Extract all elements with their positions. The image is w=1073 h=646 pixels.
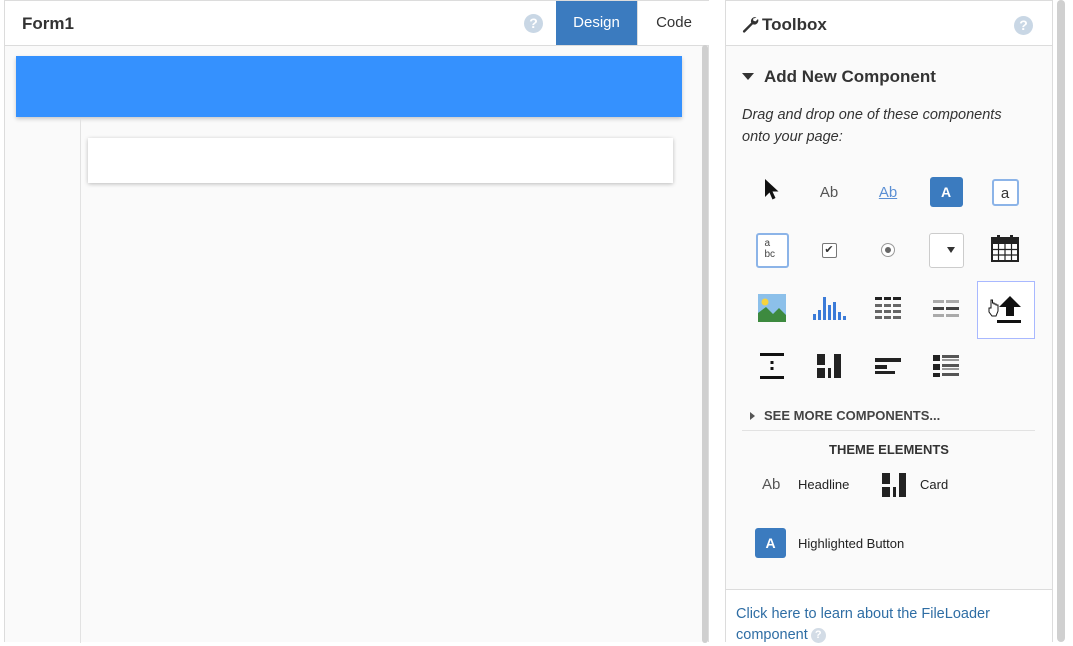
button-icon: A — [929, 177, 963, 207]
scrollbar[interactable] — [1057, 0, 1065, 642]
link-icon: Ab — [878, 183, 898, 201]
divider — [742, 430, 1035, 431]
help-icon[interactable]: ? — [810, 627, 826, 643]
theme-element-label: Highlighted Button — [798, 536, 905, 551]
plot-icon — [811, 294, 847, 327]
toolbox-header: Toolbox ? — [726, 1, 1052, 46]
linear-panel-icon — [933, 354, 959, 383]
dropdown-icon — [928, 232, 964, 268]
pointer-icon — [763, 178, 781, 207]
flow-panel-icon — [875, 357, 901, 380]
component-flow-panel[interactable] — [860, 340, 916, 396]
component-plot[interactable] — [801, 282, 857, 338]
component-textbox[interactable]: a — [977, 164, 1033, 220]
theme-element-card[interactable]: Card — [876, 469, 986, 501]
label-icon: Ab — [819, 183, 839, 201]
tab-design[interactable]: Design — [556, 1, 637, 45]
component-spacer[interactable] — [744, 340, 800, 396]
form-editor-header: Form1 ? Design Code — [5, 1, 710, 46]
form-content-card[interactable] — [88, 138, 673, 183]
spacer-icon — [760, 352, 784, 385]
repeating-panel-icon — [933, 298, 959, 323]
learn-more-link-text[interactable]: Click here to learn about the FileLoader… — [736, 606, 990, 643]
toolbox-panel: Toolbox ? Add New Component Drag and dro… — [725, 0, 1053, 644]
help-icon[interactable]: ? — [524, 14, 543, 33]
data-grid-icon — [875, 296, 901, 325]
textarea-icon: a bc — [755, 232, 789, 268]
component-data-grid[interactable] — [860, 282, 916, 338]
radio-button-icon — [881, 243, 895, 257]
component-pointer[interactable] — [744, 164, 800, 220]
component-repeating-panel[interactable] — [918, 282, 974, 338]
section-title[interactable]: Add New Component — [764, 67, 936, 87]
component-image[interactable] — [744, 282, 800, 338]
card-icon — [882, 472, 906, 503]
component-radio-button[interactable] — [860, 222, 916, 278]
component-column-panel[interactable] — [801, 340, 857, 396]
tab-code[interactable]: Code — [637, 1, 710, 45]
theme-element-headline[interactable]: Ab Headline — [746, 469, 866, 501]
checkbox-icon: ✔ — [821, 242, 837, 258]
toolbox-footer: Click here to learn about the FileLoader… — [726, 589, 1052, 644]
date-picker-icon — [991, 234, 1019, 267]
component-textarea[interactable]: a bc — [744, 222, 800, 278]
help-icon[interactable]: ? — [1014, 16, 1033, 35]
see-more-components-link[interactable]: SEE MORE COMPONENTS... — [764, 408, 940, 423]
component-checkbox[interactable]: ✔ — [801, 222, 857, 278]
component-link[interactable]: Ab — [860, 164, 916, 220]
headline-icon: Ab — [762, 476, 781, 493]
component-dropdown[interactable] — [918, 222, 974, 278]
component-label[interactable]: Ab — [801, 164, 857, 220]
form-title: Form1 — [22, 14, 74, 33]
wrench-icon — [741, 15, 759, 38]
scrollbar[interactable] — [702, 45, 708, 643]
sidebar-divider — [80, 119, 81, 643]
image-icon — [757, 293, 787, 328]
component-linear-panel[interactable] — [918, 340, 974, 396]
textbox-icon: a — [991, 178, 1019, 206]
file-loader-icon — [988, 294, 1024, 326]
theme-elements-title: THEME ELEMENTS — [829, 442, 949, 457]
toolbox-description: Drag and drop one of these components on… — [742, 107, 1002, 145]
form-header-bar[interactable] — [16, 56, 682, 117]
component-button[interactable]: A — [918, 164, 974, 220]
learn-more-link[interactable]: Click here to learn about the FileLoader… — [736, 604, 1036, 646]
component-file-loader[interactable] — [977, 281, 1035, 339]
highlighted-button-icon: A — [755, 528, 786, 558]
component-date-picker[interactable] — [977, 222, 1033, 278]
expand-caret-icon[interactable] — [750, 412, 755, 420]
theme-element-label: Card — [920, 477, 949, 492]
column-panel-icon — [817, 353, 841, 384]
theme-element-label: Headline — [798, 477, 850, 492]
collapse-caret-icon[interactable] — [742, 73, 754, 80]
toolbox-title: Toolbox — [762, 15, 827, 34]
theme-element-highlighted-button[interactable]: A Highlighted Button — [746, 527, 946, 561]
form-editor-panel: Form1 ? Design Code — [4, 0, 710, 643]
